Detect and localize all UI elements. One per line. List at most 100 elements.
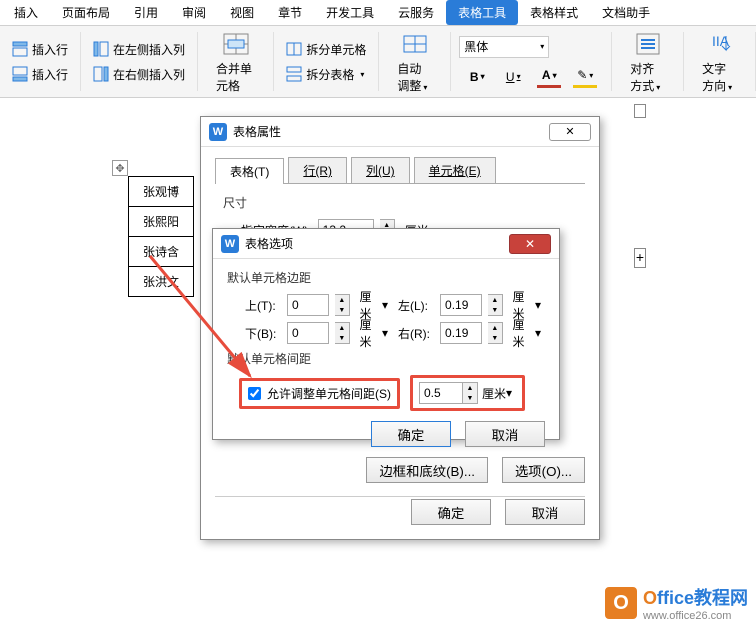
allow-spacing-checkbox[interactable]	[248, 387, 261, 400]
chevron-down-icon: ▾	[540, 42, 544, 51]
margin-bottom-unit[interactable]: 厘米▾	[356, 322, 392, 344]
dialog-title: 表格属性	[233, 123, 281, 140]
border-shading-button[interactable]: 边框和底纹(B)...	[366, 457, 488, 483]
ok-button[interactable]: 确定	[371, 421, 451, 447]
margin-right-label: 右(R):	[398, 325, 434, 342]
menu-view[interactable]: 视图	[218, 0, 266, 25]
ruler-marker-plus[interactable]: +	[634, 248, 646, 268]
margin-right-input[interactable]: 0.19	[440, 322, 482, 344]
insert-col-right-button[interactable]: 在右侧插入列	[89, 64, 189, 85]
options-button[interactable]: 选项(O)...	[502, 457, 585, 483]
dialog-titlebar[interactable]: W 表格选项 ✕	[213, 229, 559, 259]
align-button[interactable]: 对齐方式▾	[620, 30, 675, 94]
close-button[interactable]: ✕	[549, 123, 591, 141]
bold-button[interactable]: B▾	[465, 66, 489, 88]
tab-cell[interactable]: 单元格(E)	[414, 157, 496, 183]
chevron-down-icon: ▾	[360, 70, 364, 79]
table-cell[interactable]: 张诗含	[129, 237, 194, 267]
ok-button[interactable]: 确定	[411, 499, 491, 525]
wps-app-icon: W	[221, 235, 239, 253]
dialog-tabs: 表格(T) 行(R) 列(U) 单元格(E)	[201, 147, 599, 183]
tab-table[interactable]: 表格(T)	[215, 158, 284, 184]
table-cell[interactable]: 张熙阳	[129, 207, 194, 237]
menu-review[interactable]: 审阅	[170, 0, 218, 25]
chevron-down-icon: ▾	[423, 83, 427, 92]
menu-insert[interactable]: 插入	[2, 0, 50, 25]
insert-row-above-icon	[12, 41, 28, 57]
table-options-dialog: W 表格选项 ✕ 默认单元格边距 上(T): 0 ▲▼ 厘米▾ 左(L): 0.…	[212, 228, 560, 440]
margin-left-unit[interactable]: 厘米▾	[509, 294, 545, 316]
menu-devtools[interactable]: 开发工具	[314, 0, 386, 25]
watermark: O Office教程网 www.office26.com	[605, 584, 748, 622]
underline-button[interactable]: U▾	[501, 66, 525, 88]
menu-chapter[interactable]: 章节	[266, 0, 314, 25]
merge-cells-icon	[222, 30, 250, 58]
menu-layout[interactable]: 页面布局	[50, 0, 122, 25]
insert-row-below-button[interactable]: 插入行	[8, 64, 72, 85]
close-button[interactable]: ✕	[509, 234, 551, 254]
align-icon	[634, 30, 662, 58]
spacing-group-label: 默认单元格间距	[227, 350, 545, 367]
watermark-icon: O	[605, 587, 637, 619]
spacing-input[interactable]: 0.5	[419, 382, 463, 404]
menu-table-style[interactable]: 表格样式	[518, 0, 590, 25]
watermark-url: www.office26.com	[643, 610, 748, 622]
dialog-title: 表格选项	[245, 235, 293, 252]
size-group-label: 尺寸	[223, 194, 577, 211]
spacing-unit[interactable]: 厘米▾	[478, 382, 516, 404]
table-cell[interactable]: 张洪文	[129, 267, 194, 297]
font-name-combo[interactable]: 黑体 ▾	[459, 36, 549, 58]
auto-fit-icon	[401, 30, 429, 58]
split-table-button[interactable]: 拆分表格▾	[282, 64, 370, 85]
margin-top-unit[interactable]: 厘米▾	[356, 294, 392, 316]
allow-spacing-label: 允许调整单元格间距(S)	[267, 385, 391, 402]
margin-left-spinner[interactable]: ▲▼	[488, 294, 502, 316]
sample-table[interactable]: 张观博 张熙阳 张诗含 张洪文	[128, 176, 194, 297]
merge-cells-button[interactable]: 合并单元格	[206, 30, 265, 94]
tab-column[interactable]: 列(U)	[351, 157, 410, 183]
split-cells-button[interactable]: 拆分单元格	[282, 39, 370, 60]
dialog-titlebar[interactable]: W 表格属性 ✕	[201, 117, 599, 147]
spacing-spinner[interactable]: ▲▼	[463, 382, 478, 404]
menu-reference[interactable]: 引用	[122, 0, 170, 25]
margin-left-input[interactable]: 0.19	[440, 294, 482, 316]
chevron-down-icon: ▾	[728, 83, 732, 92]
insert-row-above-button[interactable]: 插入行	[8, 39, 72, 60]
menu-table-tools[interactable]: 表格工具	[446, 0, 518, 25]
text-direction-button[interactable]: IIA 文字方向▾	[692, 30, 747, 94]
margin-bottom-spinner[interactable]: ▲▼	[335, 322, 349, 344]
split-table-icon	[286, 66, 302, 82]
cancel-button[interactable]: 取消	[505, 499, 585, 525]
cancel-button[interactable]: 取消	[465, 421, 545, 447]
chevron-down-icon: ▾	[656, 83, 660, 92]
menu-bar: 插入 页面布局 引用 审阅 视图 章节 开发工具 云服务 表格工具 表格样式 文…	[0, 0, 756, 26]
menu-cloud[interactable]: 云服务	[386, 0, 446, 25]
watermark-brand: Office教程网	[643, 584, 748, 610]
ribbon: 插入行 插入行 在左侧插入列 在右侧插入列 合并单元格 拆分单元格 拆分表格▾	[0, 26, 756, 98]
margin-bottom-label: 下(B):	[245, 325, 281, 342]
svg-text:IIA: IIA	[712, 33, 730, 49]
menu-doc-assistant[interactable]: 文档助手	[590, 0, 662, 25]
margin-group-label: 默认单元格边距	[227, 269, 545, 286]
insert-col-left-button[interactable]: 在左侧插入列	[89, 39, 189, 60]
split-cells-icon	[286, 41, 302, 57]
margin-top-input[interactable]: 0	[287, 294, 329, 316]
ruler-marker[interactable]	[634, 104, 646, 118]
text-direction-icon: IIA	[706, 30, 734, 58]
table-move-handle[interactable]: ✥	[112, 160, 128, 176]
insert-col-right-icon	[93, 66, 109, 82]
tab-row[interactable]: 行(R)	[288, 157, 347, 183]
margin-left-label: 左(L):	[398, 297, 434, 314]
margin-right-spinner[interactable]: ▲▼	[488, 322, 502, 344]
table-cell[interactable]: 张观博	[129, 177, 194, 207]
margin-top-spinner[interactable]: ▲▼	[335, 294, 349, 316]
wps-app-icon: W	[209, 123, 227, 141]
auto-fit-button[interactable]: 自动调整▾	[387, 30, 442, 94]
margin-bottom-input[interactable]: 0	[287, 322, 329, 344]
insert-col-left-icon	[93, 41, 109, 57]
margin-top-label: 上(T):	[245, 297, 281, 314]
margin-right-unit[interactable]: 厘米▾	[509, 322, 545, 344]
highlight-button[interactable]: ✎▾	[573, 66, 597, 88]
insert-row-below-icon	[12, 66, 28, 82]
font-color-button[interactable]: A▾	[537, 66, 561, 88]
